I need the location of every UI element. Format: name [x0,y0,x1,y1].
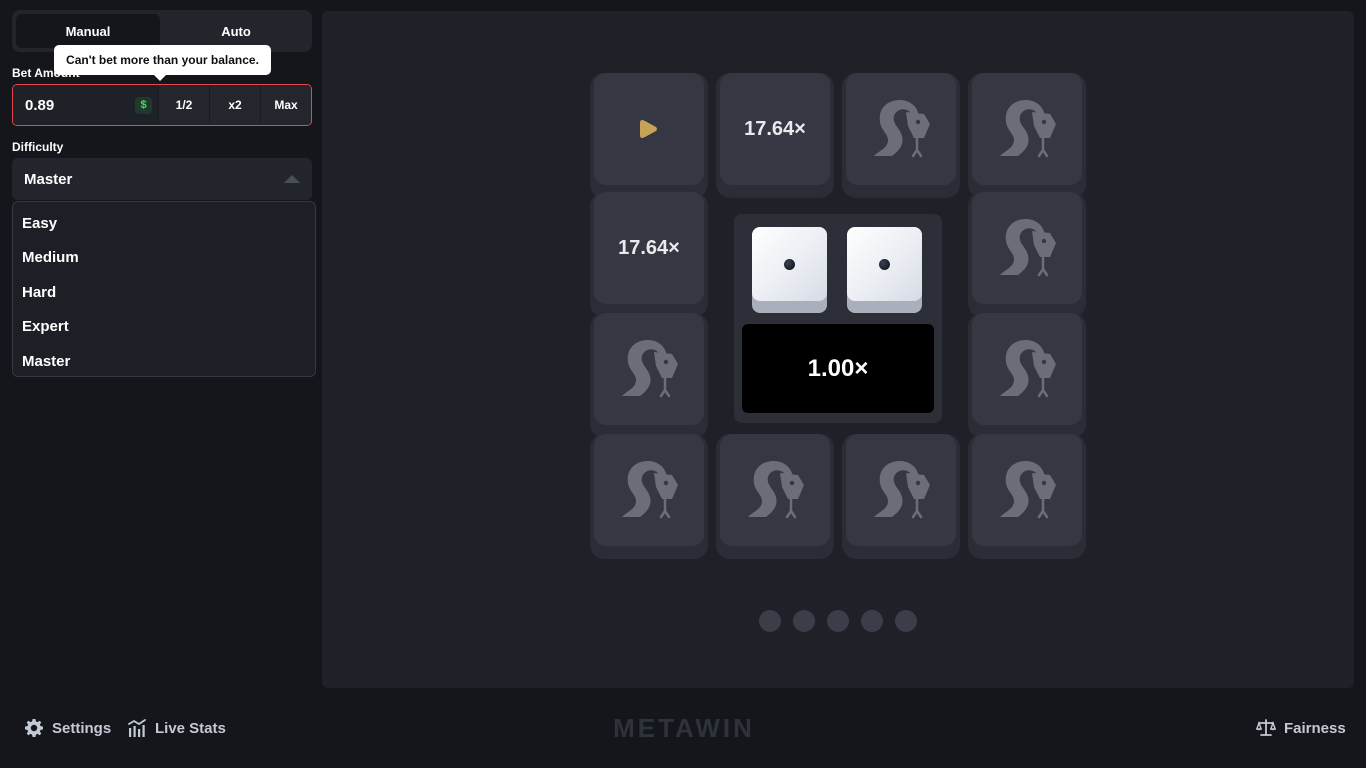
tab-manual[interactable]: Manual [16,14,160,48]
scale-icon [1256,719,1276,736]
bet-amount-value: 0.89 [25,96,55,114]
board-tile-snake[interactable] [842,434,960,559]
bet-amount-input[interactable]: 0.89 $ [13,85,158,125]
die-right [847,227,922,313]
current-multiplier-value: 1.00× [807,354,869,382]
half-bet-button[interactable]: 1/2 [158,85,209,125]
board-tile-snake[interactable] [842,73,960,198]
metawin-logo: METAWIN [613,712,755,743]
game-board: 17.64× 17.64× 1.00× [322,11,1354,688]
live-stats-label: Live Stats [155,719,226,737]
fairness-label: Fairness [1284,719,1346,737]
difficulty-option-medium[interactable]: Medium [13,241,315,276]
error-tooltip: Can't bet more than your balance. [54,45,271,81]
difficulty-option-master[interactable]: Master [13,344,315,379]
progress-dot [861,610,883,632]
board-tile-snake[interactable] [968,73,1086,198]
settings-button[interactable]: Settings [24,716,111,740]
snake-icon [992,94,1062,164]
board-tile-snake[interactable] [968,192,1086,317]
board-tile-start[interactable] [590,73,708,198]
board-tile-snake[interactable] [968,434,1086,559]
board-tile-snake[interactable] [590,313,708,438]
snake-icon [614,334,684,404]
board-tile-snake[interactable] [590,434,708,559]
progress-dot [793,610,815,632]
progress-dot [827,610,849,632]
die-left [752,227,827,313]
gear-icon [25,719,43,737]
snake-icon [866,94,936,164]
snake-icon [992,213,1062,283]
difficulty-select[interactable]: Master [12,158,312,200]
board-tile-snake[interactable] [716,434,834,559]
snake-icon [740,455,810,525]
difficulty-selected-value: Master [24,170,73,188]
die-pip [879,258,890,270]
snake-icon [992,455,1062,525]
dice-panel: 1.00× [734,214,942,423]
play-icon [640,120,657,138]
difficulty-option-easy[interactable]: Easy [13,206,315,241]
tile-multiplier-label: 17.64× [618,236,680,259]
progress-dot [895,610,917,632]
board-tile-snake[interactable] [968,313,1086,438]
difficulty-label: Difficulty [12,140,64,154]
progress-dot [759,610,781,632]
tile-multiplier-label: 17.64× [744,117,806,140]
max-bet-button[interactable]: Max [260,85,311,125]
board-tile-multiplier[interactable]: 17.64× [590,192,708,317]
difficulty-option-hard[interactable]: Hard [13,275,315,310]
chart-icon [128,719,146,737]
fairness-button[interactable]: Fairness [1256,716,1346,740]
snake-icon [992,334,1062,404]
live-stats-button[interactable]: Live Stats [127,716,226,740]
settings-label: Settings [52,719,112,737]
snake-icon [866,455,936,525]
board-tile-multiplier[interactable]: 17.64× [716,73,834,198]
dollar-currency-icon: $ [135,96,152,114]
double-bet-button[interactable]: x2 [209,85,260,125]
chevron-up-icon [284,175,300,183]
snake-icon [614,455,684,525]
current-multiplier-display: 1.00× [742,324,934,413]
die-pip [784,258,795,270]
difficulty-option-expert[interactable]: Expert [13,310,315,345]
difficulty-dropdown: Easy Medium Hard Expert Master [12,201,316,377]
bet-amount-row: 0.89 $ 1/2 x2 Max [12,84,312,126]
tab-auto[interactable]: Auto [164,14,308,48]
